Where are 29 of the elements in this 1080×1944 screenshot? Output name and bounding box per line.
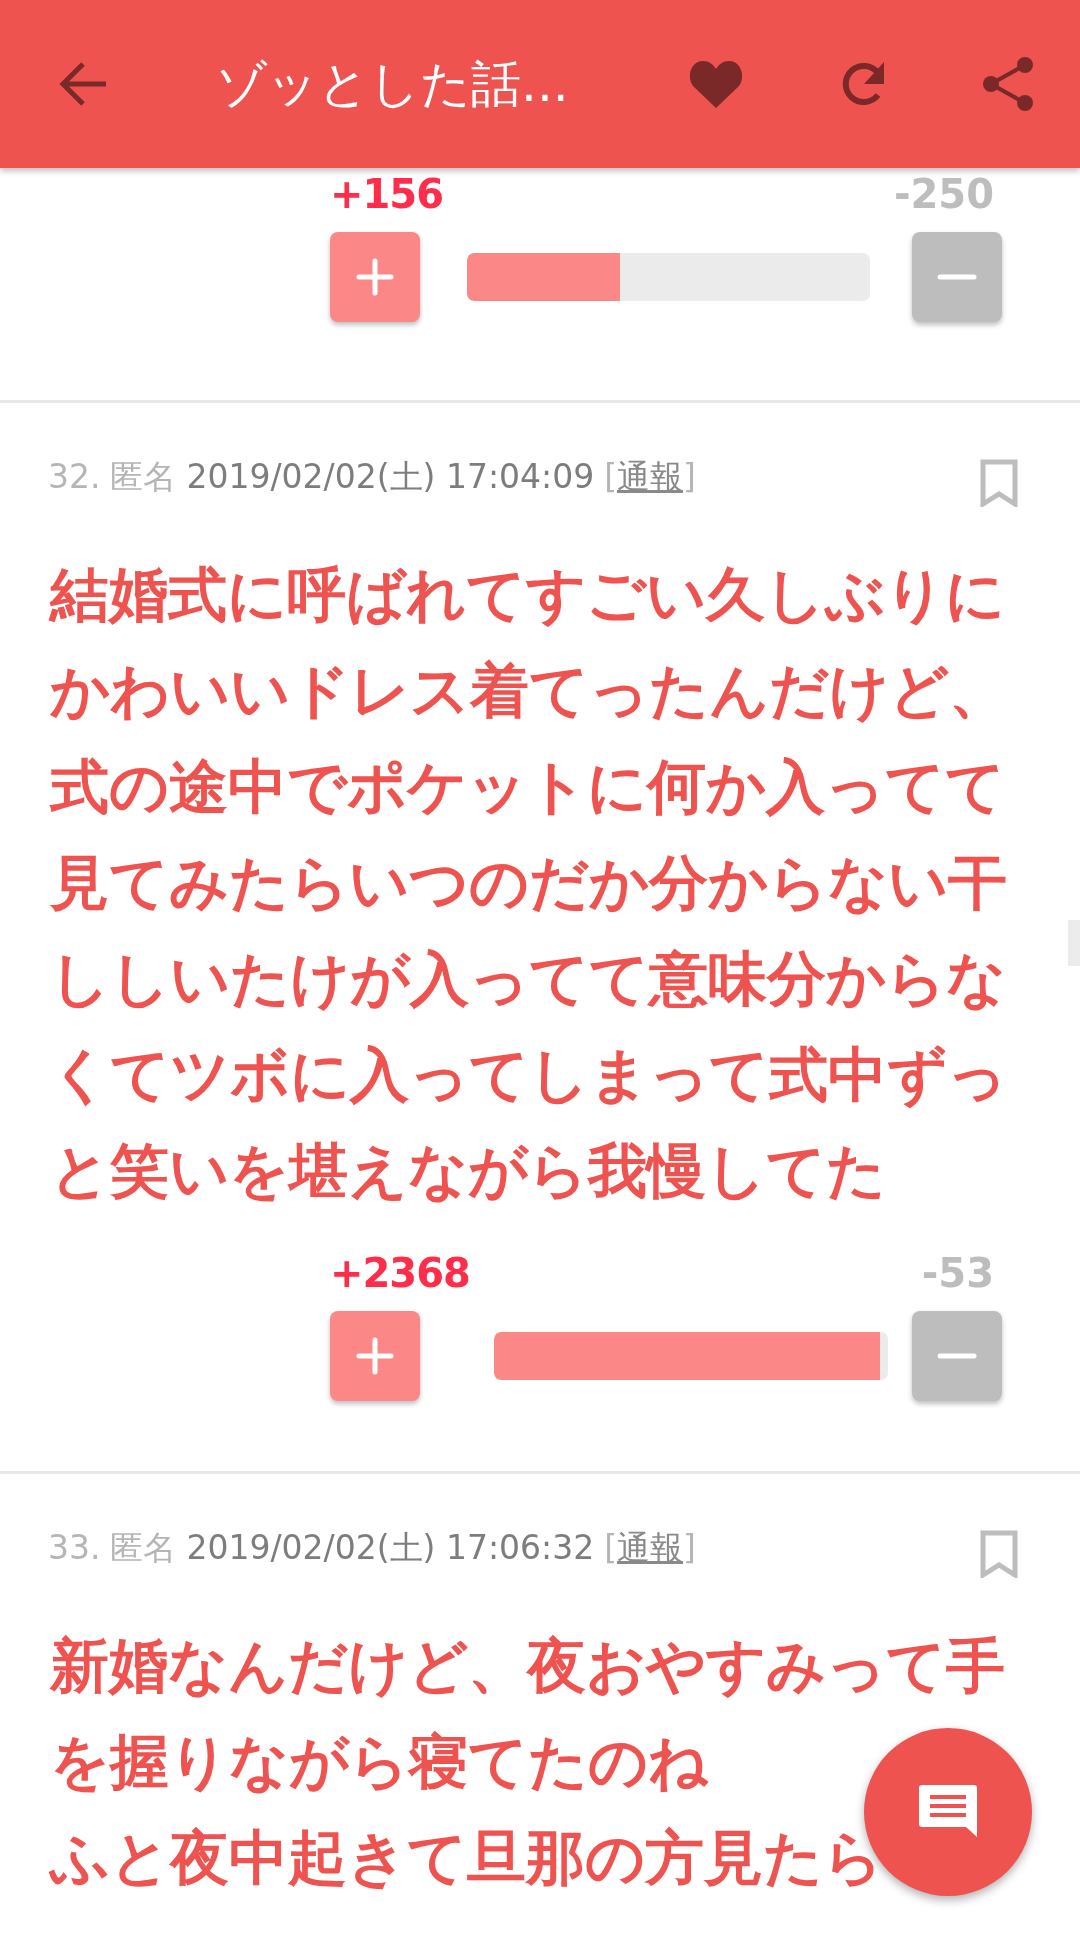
author-name: 匿名 [110,1527,177,1569]
comment-text: 結婚式に呼ばれてすごい久しぶりにかわいいドレス着てったんだけど、式の途中でポケットに何か入ってて見てみたらいつのだか分からない干ししいたけが入ってて意味分からなくてツボに入ってしまって式中ずっと笑いを堪えながら我慢してた [50,559,1009,1207]
back-arrow-icon[interactable] [58,60,108,108]
downvote-button[interactable] [912,1311,1002,1401]
downvote-count: -250 [893,170,995,218]
report-link[interactable]: [通報] [604,455,696,499]
upvote-count: +156 [330,170,443,218]
heart-icon[interactable] [688,59,744,109]
bookmark-icon[interactable] [980,1530,1018,1578]
minus-icon [937,274,977,280]
comment-text: 新婚なんだけど、夜おやすみって手を握りながら寝てたのね [50,1630,1006,1798]
plus-icon [356,1337,394,1375]
page-title: ゾッとした話... [216,53,569,115]
share-icon[interactable] [982,56,1034,112]
post-date: 2019/02/02(土) 17:04:09 [186,456,595,498]
report-link[interactable]: [通報] [604,1526,696,1570]
author-name: 匿名 [110,456,177,498]
downvote-button[interactable] [912,232,1002,322]
comment-number: 33. [48,1527,101,1569]
comment-number: 32. [48,456,101,498]
bookmark-icon[interactable] [980,459,1018,507]
plus-icon [356,258,394,296]
downvote-count: -53 [921,1249,995,1297]
minus-icon [937,1353,977,1359]
upvote-count: +2368 [330,1249,470,1297]
comment-text: ふと夜中起きて旦那の方見たら [50,1822,883,1894]
upvote-button[interactable] [330,1311,420,1401]
upvote-button[interactable] [330,232,420,322]
post-date: 2019/02/02(土) 17:06:32 [186,1527,595,1569]
